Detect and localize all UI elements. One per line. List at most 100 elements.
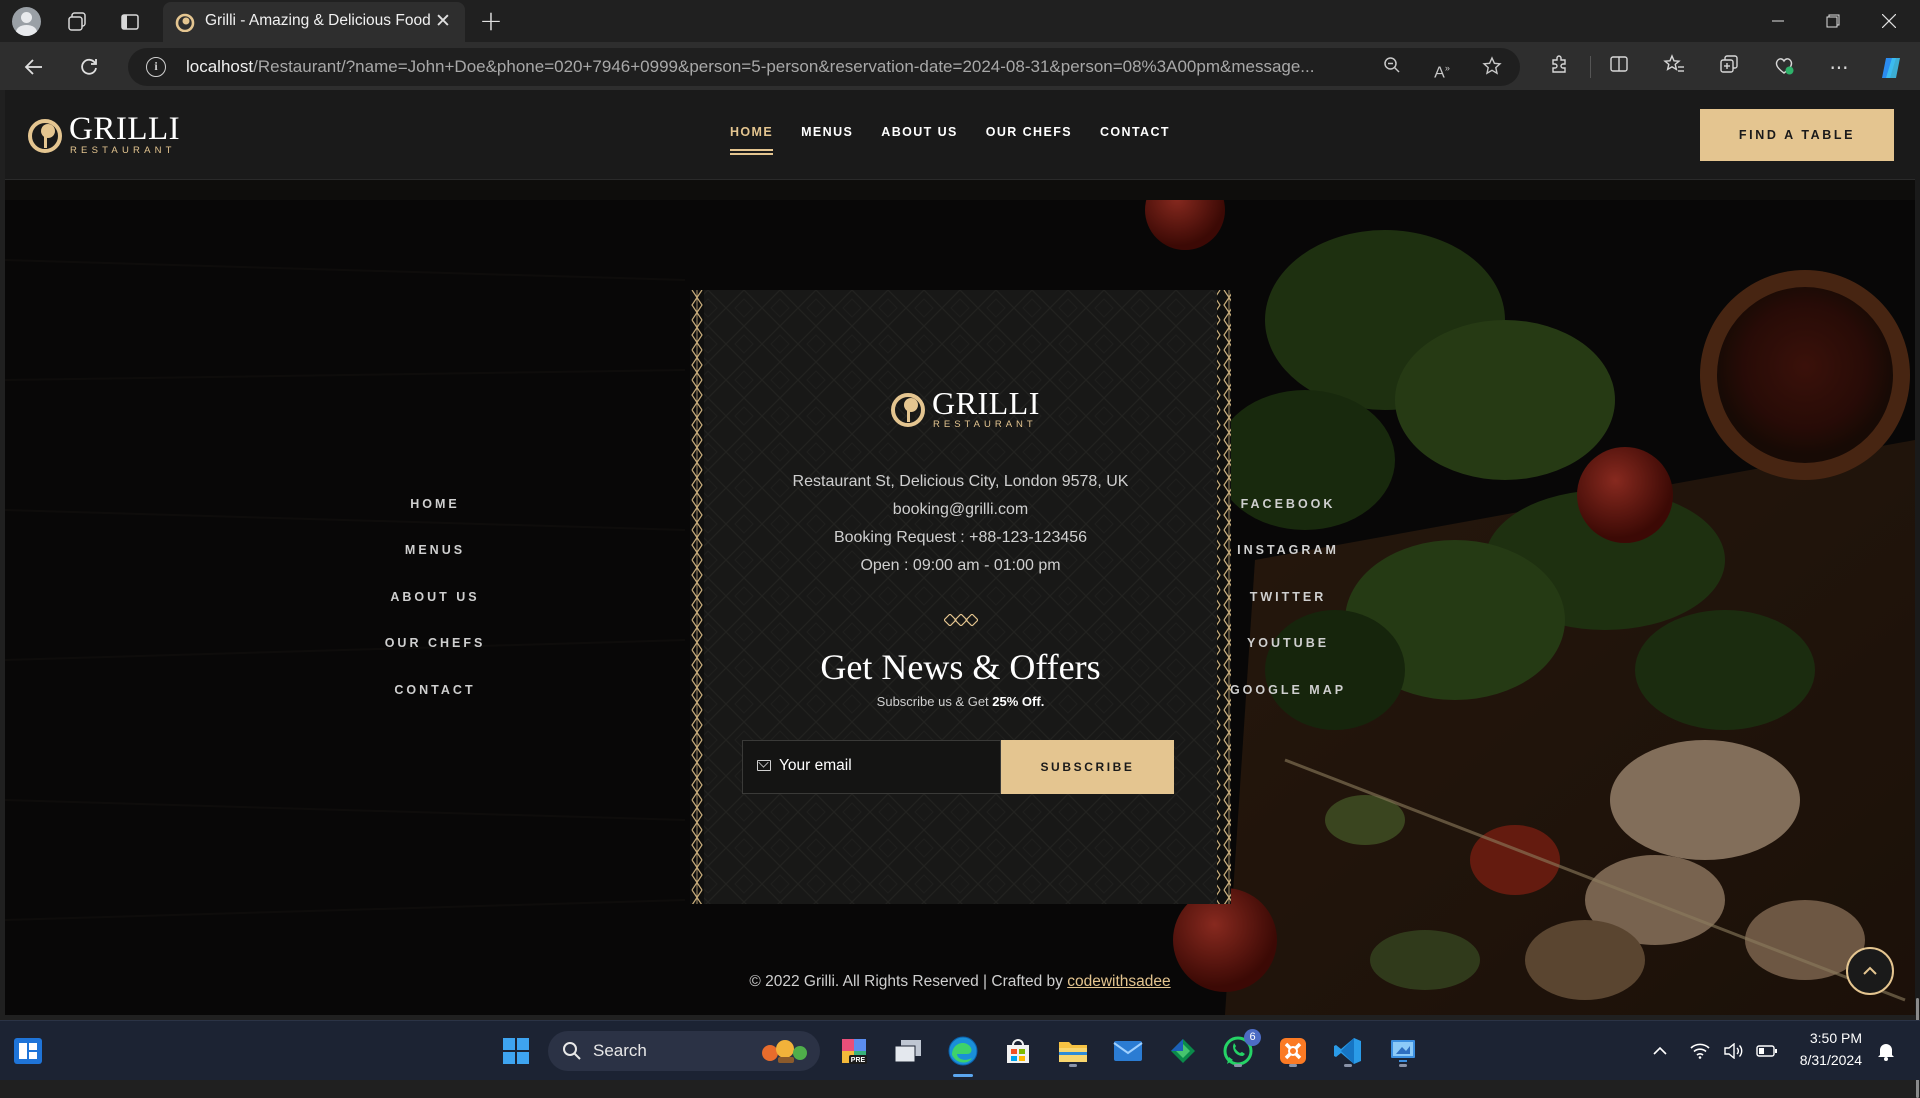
page-scrollbar[interactable]	[1915, 90, 1920, 1098]
favorites-icon[interactable]	[1660, 54, 1688, 82]
clock-time[interactable]: 3:50 PM	[1790, 1030, 1862, 1046]
grilli-favicon-icon	[175, 13, 195, 32]
browser-toolbar: i localhost/Restaurant/?name=John+Doe&ph…	[0, 42, 1920, 90]
wifi-icon[interactable]	[1688, 1033, 1712, 1069]
refresh-icon[interactable]	[73, 51, 105, 83]
footer-logo-subtitle: RESTAURANT	[933, 419, 1037, 430]
browser-essentials-icon[interactable]	[1770, 54, 1798, 82]
site-info-icon[interactable]: i	[146, 57, 166, 77]
whatsapp-icon[interactable]: 6	[1220, 1029, 1261, 1069]
svg-text:PRE: PRE	[851, 1057, 866, 1064]
workspaces-icon[interactable]	[63, 8, 91, 36]
copilot-pre-icon[interactable]: PRE	[836, 1033, 872, 1069]
minimize-icon[interactable]	[1755, 6, 1801, 36]
credit-link[interactable]: codewithsadee	[1067, 973, 1170, 990]
footer-brand-card: GRILLI RESTAURANT Restaurant St, Delicio…	[690, 290, 1231, 904]
grilli-logo-icon	[28, 119, 62, 153]
footer-link-menus[interactable]: MENUS	[325, 543, 545, 557]
read-aloud-icon[interactable]: A»	[1430, 56, 1454, 81]
battery-icon[interactable]	[1754, 1033, 1780, 1069]
tab-title: Grilli - Amazing & Delicious Food	[205, 12, 431, 29]
restore-icon[interactable]	[1810, 6, 1856, 36]
toolbar-divider	[1590, 56, 1591, 78]
active-app-indicator	[953, 1074, 973, 1077]
footer-email[interactable]: booking@grilli.com	[690, 501, 1231, 519]
search-label: Search	[593, 1041, 647, 1060]
zoom-out-icon[interactable]	[1380, 56, 1404, 80]
microsoft-store-icon[interactable]	[1000, 1033, 1036, 1069]
find-a-table-button[interactable]: FIND A TABLE	[1700, 109, 1894, 161]
photos-app-icon[interactable]	[1165, 1033, 1201, 1069]
clock-date[interactable]: 8/31/2024	[1780, 1052, 1862, 1068]
back-to-top-button[interactable]	[1846, 947, 1894, 995]
windows-taskbar: Search PRE 6 3:50 PM 8/31/2024	[0, 1020, 1920, 1080]
email-input[interactable]	[779, 757, 989, 775]
newsletter-subtitle: Subscribe us & Get 25% Off.	[876, 694, 1045, 709]
nav-about-us[interactable]: ABOUT US	[881, 125, 957, 139]
close-window-icon[interactable]	[1866, 6, 1912, 36]
tab-actions-icon[interactable]	[116, 8, 144, 36]
start-windows-icon[interactable]	[498, 1033, 534, 1069]
newsletter-email-field[interactable]	[742, 740, 1001, 794]
logo-name: GRILLI	[69, 111, 181, 147]
browser-titlebar: Grilli - Amazing & Delicious Food ✕ +	[0, 0, 1920, 42]
mail-icon	[757, 760, 771, 771]
chevron-up-icon	[1863, 966, 1877, 975]
footer-link-about-us[interactable]: ABOUT US	[325, 590, 545, 604]
running-indicator	[1399, 1064, 1407, 1067]
url-text[interactable]: localhost/Restaurant/?name=John+Doe&phon…	[186, 57, 1366, 77]
diamond-separator-icon	[944, 614, 978, 626]
site-logo[interactable]: GRILLI RESTAURANT	[27, 111, 181, 156]
grilli-logo-icon	[891, 393, 925, 427]
subscribe-button[interactable]: SUBSCRIBE	[1001, 740, 1174, 794]
volume-icon[interactable]	[1722, 1033, 1746, 1069]
nav-menus[interactable]: MENUS	[801, 125, 853, 139]
edge-browser-icon[interactable]	[945, 1033, 981, 1077]
nav-our-chefs[interactable]: OUR CHEFS	[986, 125, 1072, 139]
profile-avatar-icon[interactable]	[12, 7, 41, 36]
footer-opening-hours: Open : 09:00 am - 01:00 pm	[860, 557, 1061, 574]
card-pattern	[690, 290, 1231, 904]
footer-booking-phone[interactable]: Booking Request : +88-123-123456	[690, 529, 1231, 547]
split-screen-icon[interactable]	[1605, 54, 1633, 82]
mail-app-icon[interactable]	[1110, 1033, 1146, 1069]
favorite-star-icon[interactable]	[1480, 56, 1504, 80]
logo-subtitle: RESTAURANT	[70, 145, 176, 156]
footer-link-contact[interactable]: CONTACT	[325, 683, 545, 697]
widgets-icon[interactable]	[10, 1033, 46, 1069]
web-page: GRILLI RESTAURANT HOME MENUS ABOUT US OU…	[5, 90, 1915, 1015]
notification-bell-icon[interactable]	[1874, 1033, 1898, 1069]
nav-home[interactable]: HOME	[730, 125, 774, 155]
copilot-icon[interactable]	[1878, 54, 1906, 82]
running-indicator	[1289, 1064, 1297, 1067]
running-indicator	[1069, 1064, 1077, 1067]
back-icon[interactable]	[18, 51, 50, 83]
taskbar-search[interactable]: Search	[548, 1031, 820, 1071]
vscode-icon[interactable]	[1330, 1033, 1366, 1069]
remote-desktop-icon[interactable]	[1385, 1033, 1421, 1069]
copyright-text: © 2022 Grilli. All Rights Reserved | Cra…	[749, 973, 1171, 990]
running-indicator	[1234, 1064, 1242, 1067]
footer-address: Restaurant St, Delicious City, London 95…	[792, 473, 1129, 490]
address-bar[interactable]: i localhost/Restaurant/?name=John+Doe&ph…	[128, 48, 1520, 86]
newsletter-title: Get News & Offers	[820, 647, 1101, 687]
footer-logo-name: GRILLI	[932, 385, 1040, 421]
search-highlight-icon	[762, 1040, 807, 1063]
task-view-icon[interactable]	[890, 1033, 926, 1069]
chevron-up-tray-icon[interactable]	[1648, 1033, 1672, 1069]
collections-icon[interactable]	[1715, 54, 1743, 82]
running-indicator	[1344, 1064, 1352, 1067]
whatsapp-notification-badge: 6	[1244, 1029, 1261, 1046]
more-options-icon[interactable]: ···	[1825, 54, 1853, 82]
tab-close-icon[interactable]: ✕	[433, 11, 453, 31]
discount-highlight: 25% Off.	[992, 694, 1045, 709]
xampp-icon[interactable]	[1275, 1033, 1311, 1069]
new-tab-icon[interactable]: +	[476, 7, 506, 37]
file-explorer-icon[interactable]	[1055, 1033, 1091, 1069]
footer-link-our-chefs[interactable]: OUR CHEFS	[325, 636, 545, 650]
footer-logo[interactable]: GRILLI RESTAURANT	[890, 385, 1040, 430]
extensions-icon[interactable]	[1545, 54, 1573, 82]
nav-contact[interactable]: CONTACT	[1100, 125, 1170, 139]
browser-tab-active[interactable]: Grilli - Amazing & Delicious Food ✕	[163, 2, 465, 42]
footer-link-home[interactable]: HOME	[325, 497, 545, 511]
